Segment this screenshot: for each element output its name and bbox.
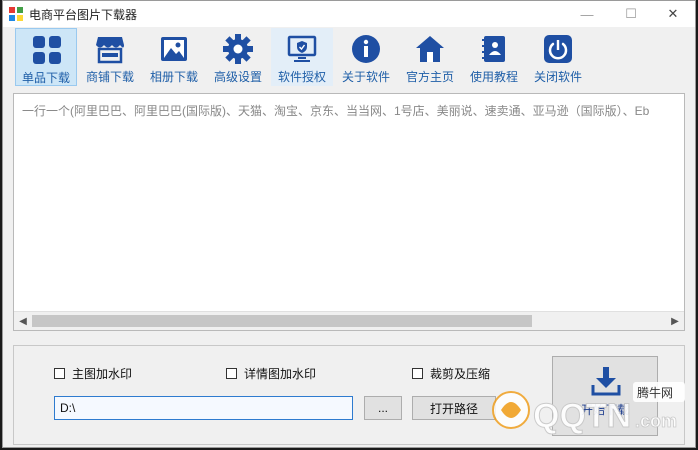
svg-text:腾牛网: 腾牛网 [637, 385, 673, 400]
checkbox-box[interactable] [54, 368, 65, 379]
tab-label: 相册下载 [149, 70, 198, 84]
tab-label: 使用教程 [469, 70, 518, 84]
tab-label: 软件授权 [277, 70, 326, 84]
tab-store-download[interactable]: 商铺下载 [79, 28, 141, 86]
store-icon [96, 37, 124, 64]
checkbox-label: 主图加水印 [72, 367, 133, 381]
minimize-button[interactable]: — [565, 1, 609, 27]
tab-label: 关于软件 [341, 70, 390, 84]
title-bar: 电商平台图片下载器 — ☐ ✕ [3, 1, 695, 27]
main-toolbar: 单品下载 商铺下载 相册下载 高级设置 软件授权 关于软件 官方主页 使用教程 … [11, 27, 687, 87]
checkbox-box[interactable] [412, 368, 423, 379]
tab-single-download[interactable]: 单品下载 [15, 28, 77, 86]
tab-label: 单品下载 [21, 71, 70, 85]
tab-close-software[interactable]: 关闭软件 [527, 28, 589, 86]
book-icon [482, 36, 505, 62]
image-icon [161, 37, 187, 61]
tab-software-license[interactable]: 软件授权 [271, 28, 333, 86]
tab-label: 商铺下载 [85, 70, 134, 84]
maximize-button[interactable]: ☐ [609, 1, 653, 27]
home-icon [416, 36, 444, 62]
save-path-input[interactable]: D:\ [54, 396, 353, 420]
close-button[interactable]: ✕ [651, 1, 695, 27]
tab-homepage[interactable]: 官方主页 [399, 28, 461, 86]
tab-tutorial[interactable]: 使用教程 [463, 28, 525, 86]
monitor-shield-icon [287, 35, 317, 62]
main-watermark-checkbox[interactable]: 主图加水印 [54, 365, 132, 382]
power-icon [544, 35, 572, 63]
tab-label: 官方主页 [405, 70, 454, 84]
url-input-placeholder: 一行一个(阿里巴巴、阿里巴巴(国际版)、天猫、淘宝、京东、当当网、1号店、美丽说… [22, 104, 650, 118]
browse-button[interactable]: ... [364, 396, 402, 420]
tab-advanced-settings[interactable]: 高级设置 [207, 28, 269, 86]
tab-album-download[interactable]: 相册下载 [143, 28, 205, 86]
tab-label: 高级设置 [213, 70, 262, 84]
scroll-thumb[interactable] [32, 315, 532, 327]
url-input-area[interactable]: 一行一个(阿里巴巴、阿里巴巴(国际版)、天猫、淘宝、京东、当当网、1号店、美丽说… [13, 93, 685, 331]
gear-icon [223, 34, 253, 64]
crop-compress-checkbox[interactable]: 裁剪及压缩 [412, 365, 490, 382]
app-logo-icon [9, 7, 23, 21]
info-icon [352, 35, 380, 63]
watermark-logo-icon: QQTN .com 腾牛网 [492, 382, 685, 436]
checkbox-label: 详情图加水印 [244, 367, 317, 381]
site-watermark: QQTN .com 腾牛网 [489, 380, 689, 443]
grid-icon [33, 36, 61, 64]
tab-label: 关闭软件 [533, 70, 582, 84]
checkbox-box[interactable] [226, 368, 237, 379]
app-window: 电商平台图片下载器 — ☐ ✕ 单品下载 商铺下载 相册下载 高级设置 软件授权… [2, 0, 696, 448]
scroll-left-icon[interactable]: ◀ [14, 312, 32, 330]
scroll-right-icon[interactable]: ▶ [666, 312, 684, 330]
window-title: 电商平台图片下载器 [29, 8, 138, 22]
horizontal-scrollbar[interactable]: ◀ ▶ [14, 311, 684, 330]
svg-text:QQTN: QQTN [533, 397, 631, 435]
open-path-button[interactable]: 打开路径 [412, 396, 496, 420]
detail-watermark-checkbox[interactable]: 详情图加水印 [226, 365, 316, 382]
tab-about[interactable]: 关于软件 [335, 28, 397, 86]
checkbox-label: 裁剪及压缩 [430, 367, 491, 381]
svg-text:.com: .com [635, 411, 677, 431]
